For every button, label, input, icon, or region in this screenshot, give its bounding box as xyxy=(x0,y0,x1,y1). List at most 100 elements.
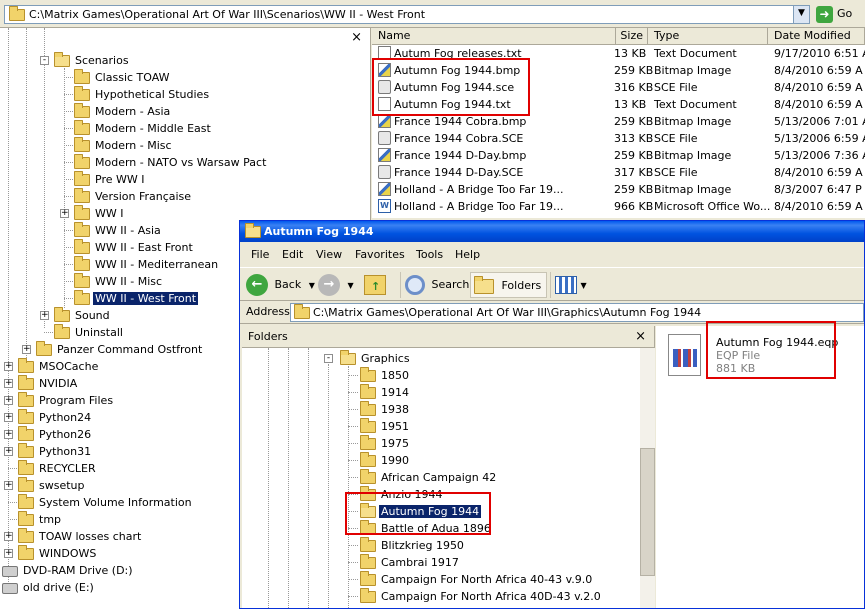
tree-item[interactable]: 1990 xyxy=(360,452,411,469)
tree-item[interactable]: Panzer Command Ostfront xyxy=(36,341,204,358)
tree-item[interactable]: WW II - West Front xyxy=(74,290,199,307)
scrollbar-thumb[interactable] xyxy=(640,448,655,576)
forward-arrow-icon: → xyxy=(318,274,340,296)
tree-item[interactable]: Hypothetical Studies xyxy=(74,86,211,103)
tree-item[interactable]: Program Files xyxy=(18,392,115,409)
go-button[interactable]: ➜ Go xyxy=(813,5,861,24)
folder-icon xyxy=(360,452,376,467)
tree-item[interactable]: African Campaign 42 xyxy=(360,469,498,486)
tree-item[interactable]: Campaign For North Africa 40-43 v.9.0 xyxy=(360,571,594,588)
menu-file[interactable]: File xyxy=(251,248,269,261)
back-button[interactable]: ← Back ▼ xyxy=(246,272,315,298)
tree-item[interactable]: Campaign For North Africa 40D-43 v.2.0 xyxy=(360,588,603,605)
tree-item[interactable]: TOAW losses chart xyxy=(18,528,143,545)
tree-item[interactable]: 1914 xyxy=(360,384,411,401)
tree-item[interactable]: Modern - Middle East xyxy=(74,120,213,137)
expand-icon[interactable]: + xyxy=(60,209,69,218)
tree-item[interactable]: swsetup xyxy=(18,477,87,494)
tree-item[interactable]: WW I xyxy=(74,205,126,222)
expand-icon[interactable]: + xyxy=(4,481,13,490)
column-header-date[interactable]: Date Modified xyxy=(768,28,865,45)
expand-icon[interactable]: + xyxy=(4,549,13,558)
tree-item[interactable]: Cambrai 1917 xyxy=(360,554,461,571)
tree-item[interactable]: Version Française xyxy=(74,188,193,205)
tree-item[interactable]: Modern - NATO vs Warsaw Pact xyxy=(74,154,268,171)
collapse-icon[interactable]: - xyxy=(324,354,333,363)
tree-item[interactable]: WW II - Mediterranean xyxy=(74,256,220,273)
expand-icon[interactable]: + xyxy=(4,379,13,388)
tree-item[interactable]: tmp xyxy=(18,511,63,528)
folder-icon xyxy=(360,469,376,484)
tree-item[interactable]: Modern - Misc xyxy=(74,137,174,154)
tree-item[interactable]: Python26 xyxy=(18,426,93,443)
close-icon[interactable]: × xyxy=(635,326,646,348)
column-header-size[interactable]: Size xyxy=(616,28,648,45)
expand-icon[interactable]: + xyxy=(4,532,13,541)
folders-button[interactable]: Folders xyxy=(470,272,548,298)
cell-size: 13 KB xyxy=(614,47,647,60)
folders-pane[interactable]: Folders × Graphics - 1850 1914 1938 1951 1975 1… xyxy=(242,326,655,608)
table-row[interactable]: France 1944 D-Day.SCE 317 KB SCE File 8/4/2… xyxy=(372,164,865,181)
top-address-input[interactable]: C:\Matrix Games\Operational Art Of War I… xyxy=(4,5,810,24)
tree-item[interactable]: System Volume Information xyxy=(18,494,194,511)
views-button[interactable]: ▼ xyxy=(550,272,587,298)
tree-item[interactable]: 1951 xyxy=(360,418,411,435)
table-row[interactable]: France 1944 Cobra.SCE 313 KB SCE File 5/13/… xyxy=(372,130,865,147)
forward-button[interactable]: → ▼ xyxy=(318,272,354,298)
address-input[interactable]: C:\Matrix Games\Operational Art Of War I… xyxy=(290,303,864,322)
tree-item-label: Modern - Middle East xyxy=(95,122,211,135)
tree-item[interactable]: Python24 xyxy=(18,409,93,426)
column-header-type[interactable]: Type xyxy=(648,28,768,45)
expand-icon[interactable]: + xyxy=(4,447,13,456)
tree-item[interactable]: WW II - Asia xyxy=(74,222,163,239)
window-title-bar[interactable]: Autumn Fog 1944 xyxy=(240,221,864,242)
tree-item[interactable]: old drive (E:) xyxy=(2,579,96,596)
expand-icon[interactable]: + xyxy=(4,430,13,439)
tree-item[interactable]: NVIDIA xyxy=(18,375,79,392)
up-folder-button[interactable]: ↑ xyxy=(364,272,386,298)
expand-icon[interactable]: + xyxy=(4,413,13,422)
tree-item[interactable]: MSOCache xyxy=(18,358,100,375)
menu-edit[interactable]: Edit xyxy=(282,248,303,261)
collapse-icon[interactable]: - xyxy=(40,56,49,65)
menu-favorites[interactable]: Favorites xyxy=(355,248,405,261)
tree-item[interactable]: Modern - Asia xyxy=(74,103,172,120)
tree-item-label: Modern - NATO vs Warsaw Pact xyxy=(95,156,267,169)
file-list[interactable]: Name Size Type Date Modified Autum Fog r… xyxy=(372,28,865,218)
menu-help[interactable]: Help xyxy=(455,248,480,261)
tree-item[interactable]: Sound xyxy=(54,307,112,324)
expand-icon[interactable]: + xyxy=(40,311,49,320)
table-row[interactable]: France 1944 D-Day.bmp 259 KB Bitmap Image 5… xyxy=(372,147,865,164)
menu-view[interactable]: View xyxy=(316,248,342,261)
tree-item-label: 1951 xyxy=(381,420,409,433)
tree-item[interactable]: 1938 xyxy=(360,401,411,418)
tree-item[interactable]: 1975 xyxy=(360,435,411,452)
tree-item[interactable]: Graphics xyxy=(340,350,412,367)
tree-item[interactable]: WINDOWS xyxy=(18,545,98,562)
tree-item[interactable]: Classic TOAW xyxy=(74,69,172,86)
tree-item[interactable]: Python31 xyxy=(18,443,93,460)
tree-item[interactable]: Scenarios xyxy=(54,52,131,69)
expand-icon[interactable]: + xyxy=(4,396,13,405)
tree-item[interactable]: Uninstall xyxy=(54,324,125,341)
expand-icon[interactable]: + xyxy=(4,362,13,371)
tree-item[interactable]: Blitzkrieg 1950 xyxy=(360,537,466,554)
expand-icon[interactable]: + xyxy=(22,345,31,354)
tree-item[interactable]: 1850 xyxy=(360,367,411,384)
search-button[interactable]: Search xyxy=(400,272,469,298)
table-row[interactable]: Holland - A Bridge Too Far 19... 259 KB Bi… xyxy=(372,181,865,198)
table-row[interactable]: W Holland - A Bridge Too Far 19... 966 KB M… xyxy=(372,198,865,215)
folders-scrollbar[interactable] xyxy=(640,348,655,608)
tree-item[interactable]: DVD-RAM Drive (D:) xyxy=(2,562,135,579)
folder-icon xyxy=(360,401,376,416)
close-icon[interactable]: × xyxy=(351,30,362,45)
tree-item[interactable]: RECYCLER xyxy=(18,460,98,477)
tree-item[interactable]: WW II - Misc xyxy=(74,273,164,290)
address-dropdown-button[interactable]: ▼ xyxy=(793,6,809,23)
column-header-name[interactable]: Name xyxy=(372,28,616,45)
tree-item[interactable]: WW II - East Front xyxy=(74,239,195,256)
folder-icon xyxy=(74,154,90,169)
explorer-window-autumn-fog[interactable]: Autumn Fog 1944 File Edit View Favorites… xyxy=(239,220,865,609)
menu-tools[interactable]: Tools xyxy=(416,248,443,261)
tree-item[interactable]: Pre WW I xyxy=(74,171,146,188)
